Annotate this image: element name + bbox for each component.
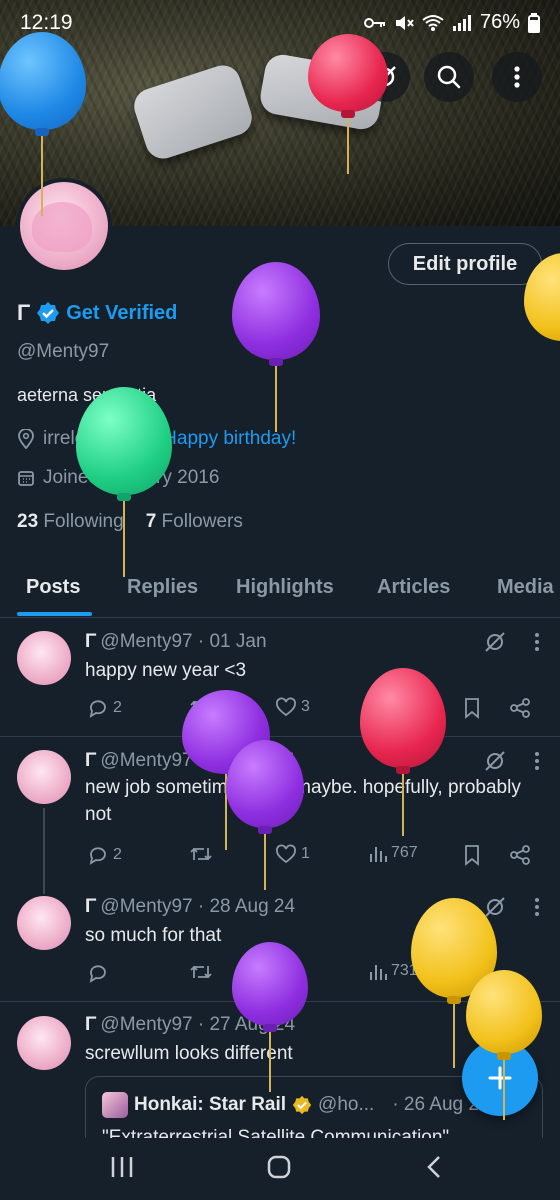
quote-handle: @ho... — [318, 1094, 375, 1115]
balloon-yellow-edge — [524, 253, 560, 363]
views-button[interactable]: 767 — [369, 844, 418, 862]
grok-icon[interactable] — [484, 750, 506, 772]
views-icon — [370, 847, 387, 862]
views-icon — [370, 965, 387, 980]
key-icon — [363, 17, 385, 28]
more-vert-icon[interactable] — [534, 631, 540, 653]
like-icon — [276, 697, 296, 717]
post-text: new job sometime soon. maybe. hopefully,… — [85, 777, 521, 825]
post-actions: 2 1 767 — [85, 844, 545, 870]
bookmark-button[interactable] — [463, 697, 481, 719]
verified-badge-icon — [292, 1095, 312, 1115]
verified-badge-icon[interactable] — [36, 301, 60, 325]
avatar[interactable] — [17, 1016, 71, 1070]
tab-media[interactable]: Media — [497, 576, 554, 599]
signal-icon — [452, 14, 471, 31]
balloon-purple-mid — [226, 740, 304, 890]
balloon-red-top — [308, 34, 388, 174]
reply-icon — [89, 965, 106, 983]
avatar[interactable] — [17, 750, 71, 804]
post-actions: 2 3 196 — [85, 697, 545, 723]
share-icon — [510, 698, 530, 718]
share-button[interactable] — [509, 844, 531, 866]
post-author-name: Γ — [85, 1014, 97, 1035]
post-text: happy new year <3 — [85, 660, 247, 681]
system-nav-bar — [0, 1138, 560, 1200]
search-button[interactable] — [424, 52, 474, 102]
wifi-icon — [422, 14, 444, 31]
tab-articles[interactable]: Articles — [377, 576, 450, 599]
tab-replies[interactable]: Replies — [127, 576, 198, 599]
quote-account-name: Honkai: Star Rail — [134, 1094, 287, 1115]
post-author-name: Γ — [85, 750, 97, 771]
thread-connector — [43, 808, 45, 894]
more-options-button[interactable] — [492, 52, 542, 102]
mute-icon — [395, 15, 414, 30]
reply-button[interactable]: 2 — [87, 844, 122, 866]
back-nav-icon[interactable] — [424, 1154, 444, 1180]
balloon-green — [76, 387, 172, 577]
edit-profile-button[interactable]: Edit profile — [388, 243, 542, 285]
home-icon[interactable] — [266, 1154, 292, 1180]
reply-button[interactable] — [87, 962, 109, 984]
more-vert-icon[interactable] — [534, 750, 540, 772]
bookmark-button[interactable] — [463, 844, 481, 866]
like-button[interactable]: 3 — [275, 697, 310, 717]
retweet-icon — [190, 965, 212, 979]
get-verified-link[interactable]: Get Verified — [66, 302, 177, 325]
calendar-icon — [18, 471, 34, 486]
more-vert-icon[interactable] — [534, 896, 540, 918]
battery-percent: 76% — [479, 11, 520, 33]
bookmark-icon — [465, 698, 479, 719]
share-icon — [510, 845, 530, 865]
balloon-yellow-fab — [466, 970, 542, 1120]
balloon-purple-profile — [232, 262, 320, 432]
post-author-name: Γ — [85, 896, 97, 917]
location-icon — [18, 429, 34, 449]
more-vert-icon — [514, 66, 520, 88]
balloon-red-post — [360, 668, 446, 838]
tab-highlights[interactable]: Highlights — [236, 576, 334, 599]
reply-icon — [89, 700, 106, 718]
quote-avatar — [102, 1092, 128, 1118]
tab-posts[interactable]: Posts — [26, 576, 80, 599]
post-meta: @Menty97 · 28 Aug 24 — [100, 896, 296, 917]
reply-icon — [89, 847, 106, 865]
avatar[interactable] — [17, 896, 71, 950]
reply-button[interactable]: 2 — [87, 697, 122, 719]
post-meta: @Menty97 · 01 Jan — [100, 631, 267, 652]
battery-icon — [528, 12, 540, 33]
post-item[interactable]: Γ @Menty97 · 01 Jan happy new year <3 2 3… — [0, 619, 560, 737]
bookmark-icon — [465, 845, 479, 866]
recent-apps-icon[interactable] — [110, 1154, 134, 1180]
retweet-button[interactable] — [189, 962, 213, 982]
search-icon — [437, 65, 461, 89]
share-button[interactable] — [509, 697, 531, 719]
avatar[interactable] — [17, 631, 71, 685]
active-tab-indicator — [17, 612, 92, 616]
post-author-name: Γ — [85, 631, 97, 652]
balloon-blue — [0, 32, 86, 222]
balloon-purple-low — [232, 942, 308, 1092]
profile-handle: @Menty97 — [17, 341, 110, 362]
grok-icon[interactable] — [484, 631, 506, 653]
display-name: Γ — [17, 300, 31, 325]
profile-name-row: Γ Get Verified — [17, 300, 177, 326]
